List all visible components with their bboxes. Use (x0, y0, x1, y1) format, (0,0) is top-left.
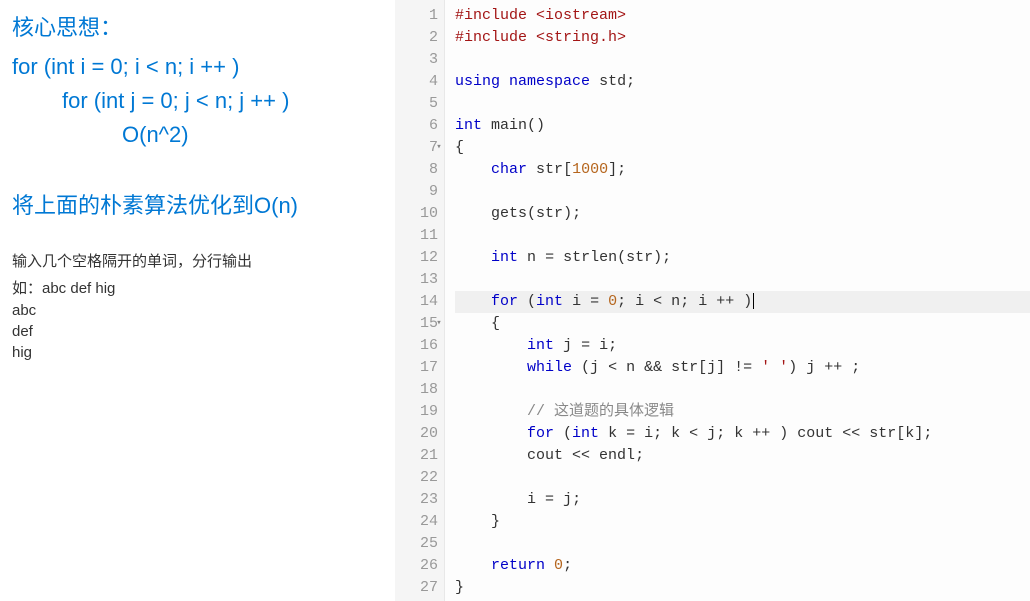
notes-panel: 核心思想： for (int i = 0; i < n; i ++ ) for … (0, 0, 395, 601)
code-line-20[interactable]: for (int k = i; k < j; k ++ ) cout << st… (455, 423, 1030, 445)
example-output-1: abc (12, 302, 383, 319)
line-number: 8 (395, 159, 438, 181)
core-title: 核心思想： (12, 10, 383, 42)
line-number-gutter: 1234567▾89101112131415▾16171819202122232… (395, 0, 445, 601)
core-line2: for (int j = 0; j < n; j ++ ) (12, 88, 383, 114)
fold-marker-icon[interactable]: ▾ (433, 317, 445, 329)
code-line-7[interactable]: { (455, 137, 1030, 159)
code-line-14[interactable]: for (int i = 0; i < n; i ++ ) (455, 291, 1030, 313)
code-line-18[interactable] (455, 379, 1030, 401)
code-line-3[interactable] (455, 49, 1030, 71)
line-number: 4 (395, 71, 438, 93)
line-number: 9 (395, 181, 438, 203)
code-line-4[interactable]: using namespace std; (455, 71, 1030, 93)
line-number: 27 (395, 577, 438, 599)
code-line-19[interactable]: // 这道题的具体逻辑 (455, 401, 1030, 423)
line-number: 21 (395, 445, 438, 467)
core-line3: O(n^2) (12, 122, 383, 148)
line-number: 2 (395, 27, 438, 49)
code-line-22[interactable] (455, 467, 1030, 489)
core-line1: for (int i = 0; i < n; i ++ ) (12, 54, 383, 80)
line-number: 15▾ (395, 313, 438, 335)
code-line-23[interactable]: i = j; (455, 489, 1030, 511)
line-number: 14 (395, 291, 438, 313)
code-line-27[interactable]: } (455, 577, 1030, 599)
code-line-1[interactable]: #include <iostream> (455, 5, 1030, 27)
code-editor[interactable]: 1234567▾89101112131415▾16171819202122232… (395, 0, 1030, 601)
line-number: 24 (395, 511, 438, 533)
line-number: 5 (395, 93, 438, 115)
code-line-13[interactable] (455, 269, 1030, 291)
code-line-9[interactable] (455, 181, 1030, 203)
description: 输入几个空格隔开的单词，分行输出 (12, 250, 383, 271)
code-line-2[interactable]: #include <string.h> (455, 27, 1030, 49)
code-line-6[interactable]: int main() (455, 115, 1030, 137)
line-number: 1 (395, 5, 438, 27)
example-output-2: def (12, 323, 383, 340)
code-line-24[interactable]: } (455, 511, 1030, 533)
fold-marker-icon[interactable]: ▾ (433, 141, 445, 153)
code-line-21[interactable]: cout << endl; (455, 445, 1030, 467)
code-line-26[interactable]: return 0; (455, 555, 1030, 577)
line-number: 17 (395, 357, 438, 379)
code-line-8[interactable]: char str[1000]; (455, 159, 1030, 181)
line-number: 12 (395, 247, 438, 269)
line-number: 3 (395, 49, 438, 71)
code-line-15[interactable]: { (455, 313, 1030, 335)
optimize-line: 将上面的朴素算法优化到O(n) (12, 188, 383, 220)
code-line-5[interactable] (455, 93, 1030, 115)
line-number: 6 (395, 115, 438, 137)
example-input: 如：abc def hig (12, 277, 383, 298)
code-line-25[interactable] (455, 533, 1030, 555)
code-line-12[interactable]: int n = strlen(str); (455, 247, 1030, 269)
code-line-16[interactable]: int j = i; (455, 335, 1030, 357)
code-line-17[interactable]: while (j < n && str[j] != ' ') j ++ ; (455, 357, 1030, 379)
line-number: 13 (395, 269, 438, 291)
line-number: 19 (395, 401, 438, 423)
line-number: 23 (395, 489, 438, 511)
line-number: 22 (395, 467, 438, 489)
line-number: 26 (395, 555, 438, 577)
code-line-11[interactable] (455, 225, 1030, 247)
line-number: 11 (395, 225, 438, 247)
line-number: 7▾ (395, 137, 438, 159)
line-number: 10 (395, 203, 438, 225)
line-number: 16 (395, 335, 438, 357)
code-line-10[interactable]: gets(str); (455, 203, 1030, 225)
text-cursor (753, 293, 754, 309)
line-number: 25 (395, 533, 438, 555)
code-body[interactable]: #include <iostream> #include <string.h> … (445, 0, 1030, 601)
example-output-3: hig (12, 344, 383, 361)
line-number: 18 (395, 379, 438, 401)
line-number: 20 (395, 423, 438, 445)
